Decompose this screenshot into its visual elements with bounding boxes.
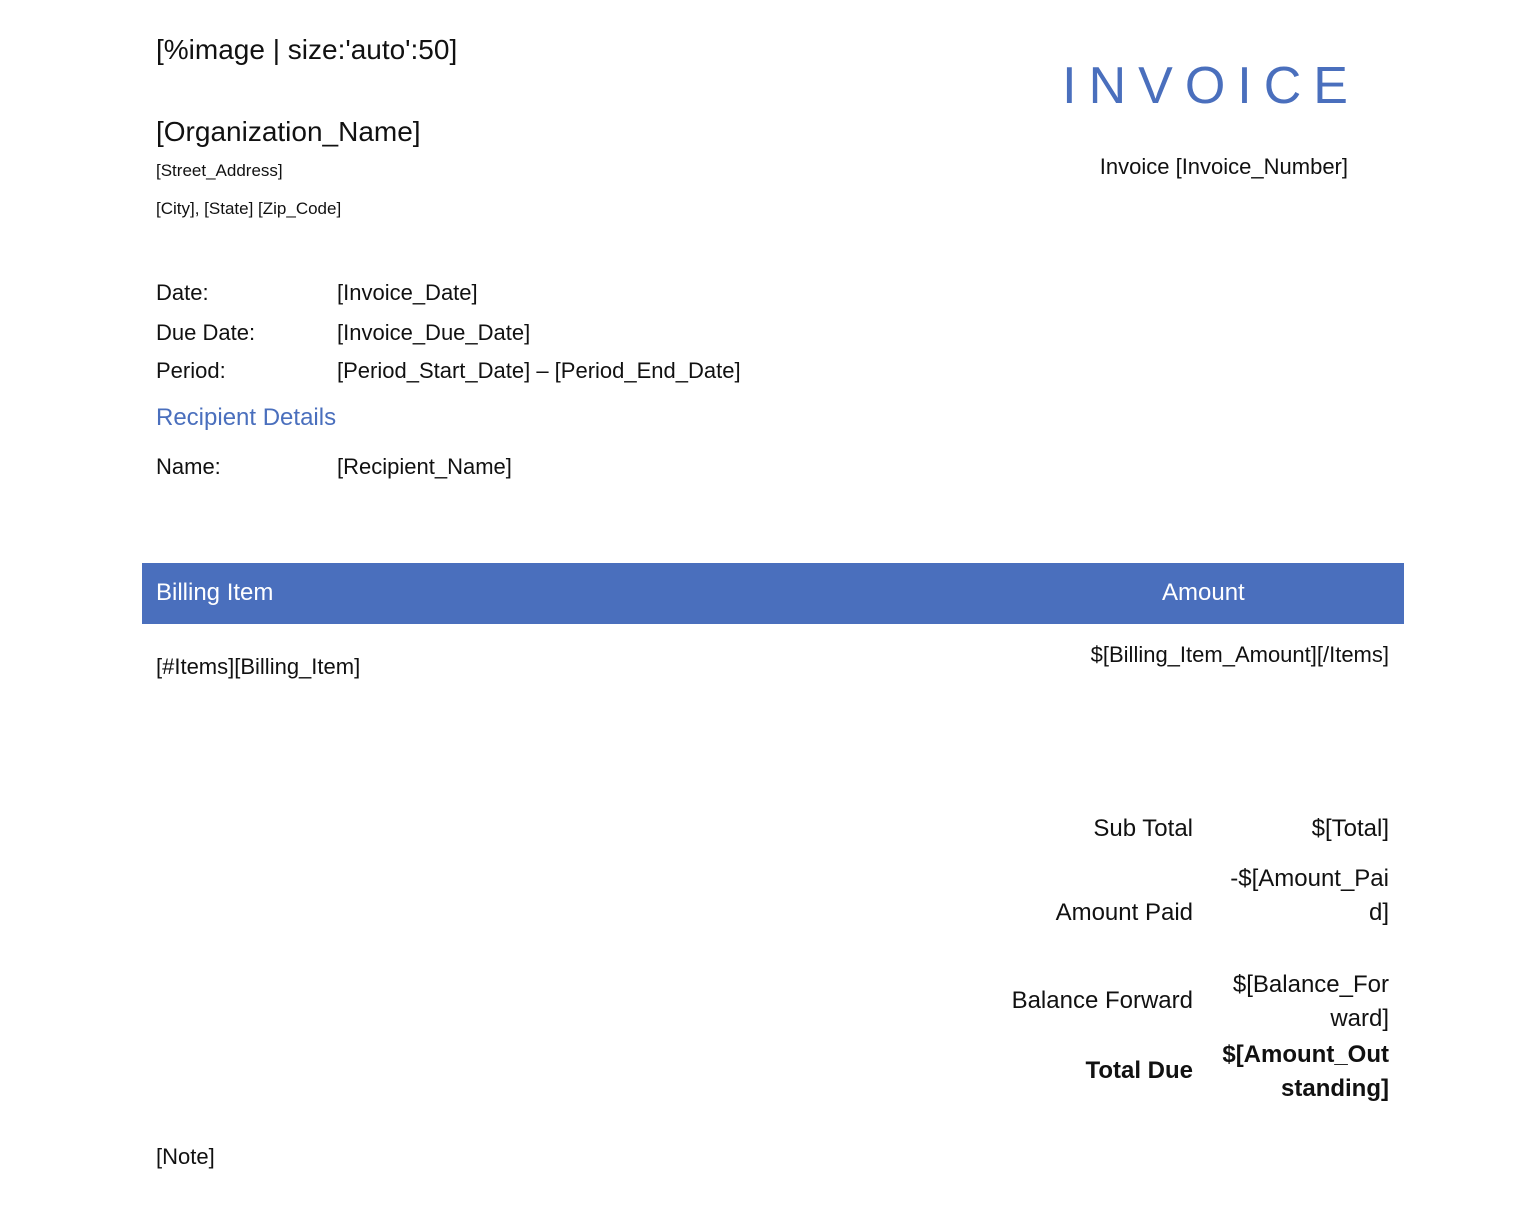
recipient-name-label: Name: (156, 454, 221, 479)
recipient-details-heading: Recipient Details (156, 404, 337, 431)
subtotal-label: Sub Total (1093, 815, 1193, 842)
invoice-title: INVOICE (1062, 57, 1360, 115)
date-label: Date: (156, 280, 209, 305)
date-value: [Invoice_Date] (337, 280, 478, 305)
total-due-value: $[Amount_Outstanding] (1222, 1041, 1389, 1102)
amount-paid-label: Amount Paid (1055, 899, 1193, 926)
period-value: [Period_Start_Date] – [Period_End_Date] (337, 358, 741, 383)
due-date-value: [Invoice_Due_Date] (337, 320, 531, 345)
billing-table-header: Billing Item Amount (142, 563, 1404, 624)
recipient-name-value: [Recipient_Name] (337, 454, 512, 479)
organization-street: [Street_Address] (156, 161, 283, 180)
organization-name: [Organization_Name] (156, 116, 421, 147)
balance-forward-value: $[Balance_Forward] (1232, 971, 1389, 1032)
total-due-label: Total Due (1085, 1057, 1193, 1084)
invoice-number: Invoice [Invoice_Number] (1099, 154, 1348, 179)
column-header-billing-item: Billing Item (156, 579, 274, 606)
balance-forward-label: Balance Forward (1011, 987, 1193, 1014)
subtotal-value: $[Total] (1311, 815, 1389, 842)
period-label: Period: (156, 358, 226, 383)
logo-placeholder: [%image | size:'auto':50] (156, 34, 458, 65)
billing-amount-cell: $[Billing_Item_Amount][/Items] (1090, 642, 1389, 667)
organization-city-state-zip: [City], [State] [Zip_Code] (156, 199, 342, 218)
column-header-amount: Amount (1162, 579, 1245, 606)
billing-item-cell: [#Items][Billing_Item] (156, 654, 361, 679)
due-date-label: Due Date: (156, 320, 256, 345)
amount-paid-value: -$[Amount_Paid] (1230, 865, 1389, 926)
note: [Note] (156, 1144, 215, 1169)
